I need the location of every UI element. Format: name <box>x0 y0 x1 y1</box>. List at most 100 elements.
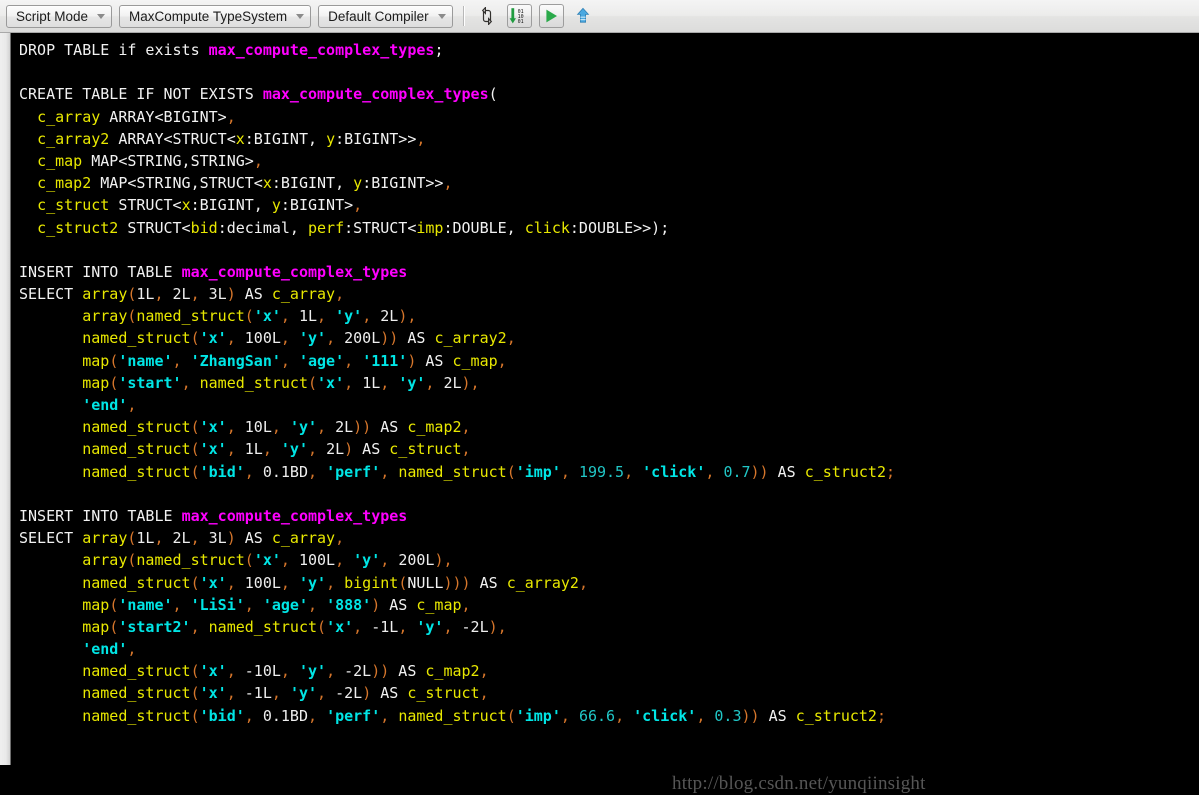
code-token: 'y' <box>289 684 318 703</box>
chevron-down-icon <box>296 13 305 19</box>
code-token: array <box>82 551 128 570</box>
code-token: ARRAY<BIGINT> <box>100 107 227 126</box>
code-token: 1L <box>362 373 381 392</box>
code-token: , <box>506 329 516 348</box>
code-token: , <box>479 684 489 703</box>
code-token: 'start2' <box>118 617 191 636</box>
code-token: , <box>181 373 191 392</box>
code-token: 'y' <box>298 573 327 592</box>
code-token: ( <box>109 373 119 392</box>
code-token: map <box>82 617 110 636</box>
code-token: ( <box>190 440 200 459</box>
code-token: , <box>615 706 625 725</box>
code-token: ), <box>461 373 480 392</box>
sync-button[interactable] <box>475 4 500 28</box>
code-token: , <box>398 617 408 636</box>
code-token: 100L <box>244 573 281 592</box>
code-token: 'end' <box>82 640 128 659</box>
upload-button[interactable] <box>571 4 596 28</box>
typesystem-dropdown[interactable]: MaxCompute TypeSystem <box>119 4 312 28</box>
code-token: map <box>82 351 110 370</box>
code-token: , <box>244 595 254 614</box>
code-token: , <box>226 573 236 592</box>
code-token: y <box>353 174 363 193</box>
code-token: AS <box>416 351 453 370</box>
code-token: 0.7 <box>723 462 751 481</box>
code-token: , <box>362 307 372 326</box>
code-token: :DOUBLE>>) <box>569 218 661 237</box>
code-token: 'y' <box>335 307 363 326</box>
code-token: , <box>172 595 182 614</box>
code-token: , <box>308 595 318 614</box>
code-line: CREATE TABLE IF NOT EXISTS max_compute_c… <box>19 83 1199 105</box>
run-button[interactable] <box>538 4 564 28</box>
code-token: c_array <box>271 529 336 548</box>
code-token: , <box>280 573 290 592</box>
code-token: named_struct <box>208 617 318 636</box>
code-token: 2L <box>380 307 399 326</box>
code-token: , <box>335 529 345 548</box>
code-token: , <box>226 440 236 459</box>
code-token: , <box>308 706 318 725</box>
code-token: , <box>190 285 200 304</box>
code-token: ), <box>398 307 417 326</box>
code-token: 'start' <box>118 373 182 392</box>
script-mode-dropdown[interactable]: Script Mode <box>6 4 113 28</box>
code-token: )) <box>380 329 399 348</box>
code-token: c_map2 <box>37 174 92 193</box>
code-token: 'x' <box>199 684 227 703</box>
code-token: -2L <box>344 662 372 681</box>
code-line: named_struct('x', 10L, 'y', 2L)) AS c_ma… <box>19 416 1199 438</box>
code-token: named_struct <box>136 551 245 570</box>
code-token: 'imp' <box>515 706 561 725</box>
code-token: 'x' <box>199 418 227 437</box>
code-token: AS <box>371 684 408 703</box>
code-token: ( <box>109 351 119 370</box>
code-token: 100L <box>244 329 281 348</box>
code-token: , <box>244 706 254 725</box>
code-token: c_map <box>452 351 498 370</box>
code-token: -1L <box>371 617 399 636</box>
code-token: NULL <box>407 573 444 592</box>
code-token: c_array2 <box>434 329 507 348</box>
code-token: AS <box>389 662 426 681</box>
code-token: ( <box>488 85 498 104</box>
code-token: array <box>82 285 128 304</box>
code-line: c_struct STRUCT<x:BIGINT, y:BIGINT>, <box>19 194 1199 216</box>
code-content[interactable]: DROP TABLE if exists max_compute_complex… <box>11 33 1199 765</box>
compiler-dropdown[interactable]: Default Compiler <box>318 4 453 28</box>
code-token: c_struct <box>37 196 110 215</box>
code-token: '111' <box>362 351 408 370</box>
code-token: 2L <box>443 373 462 392</box>
code-token: '888' <box>326 595 372 614</box>
code-token: AS <box>380 595 417 614</box>
code-token: ( <box>308 373 318 392</box>
code-token: , <box>154 285 164 304</box>
code-token: -2L <box>335 684 363 703</box>
sql-editor[interactable]: DROP TABLE if exists max_compute_complex… <box>0 33 1199 794</box>
compile-button[interactable]: 01 10 01 <box>506 4 532 28</box>
